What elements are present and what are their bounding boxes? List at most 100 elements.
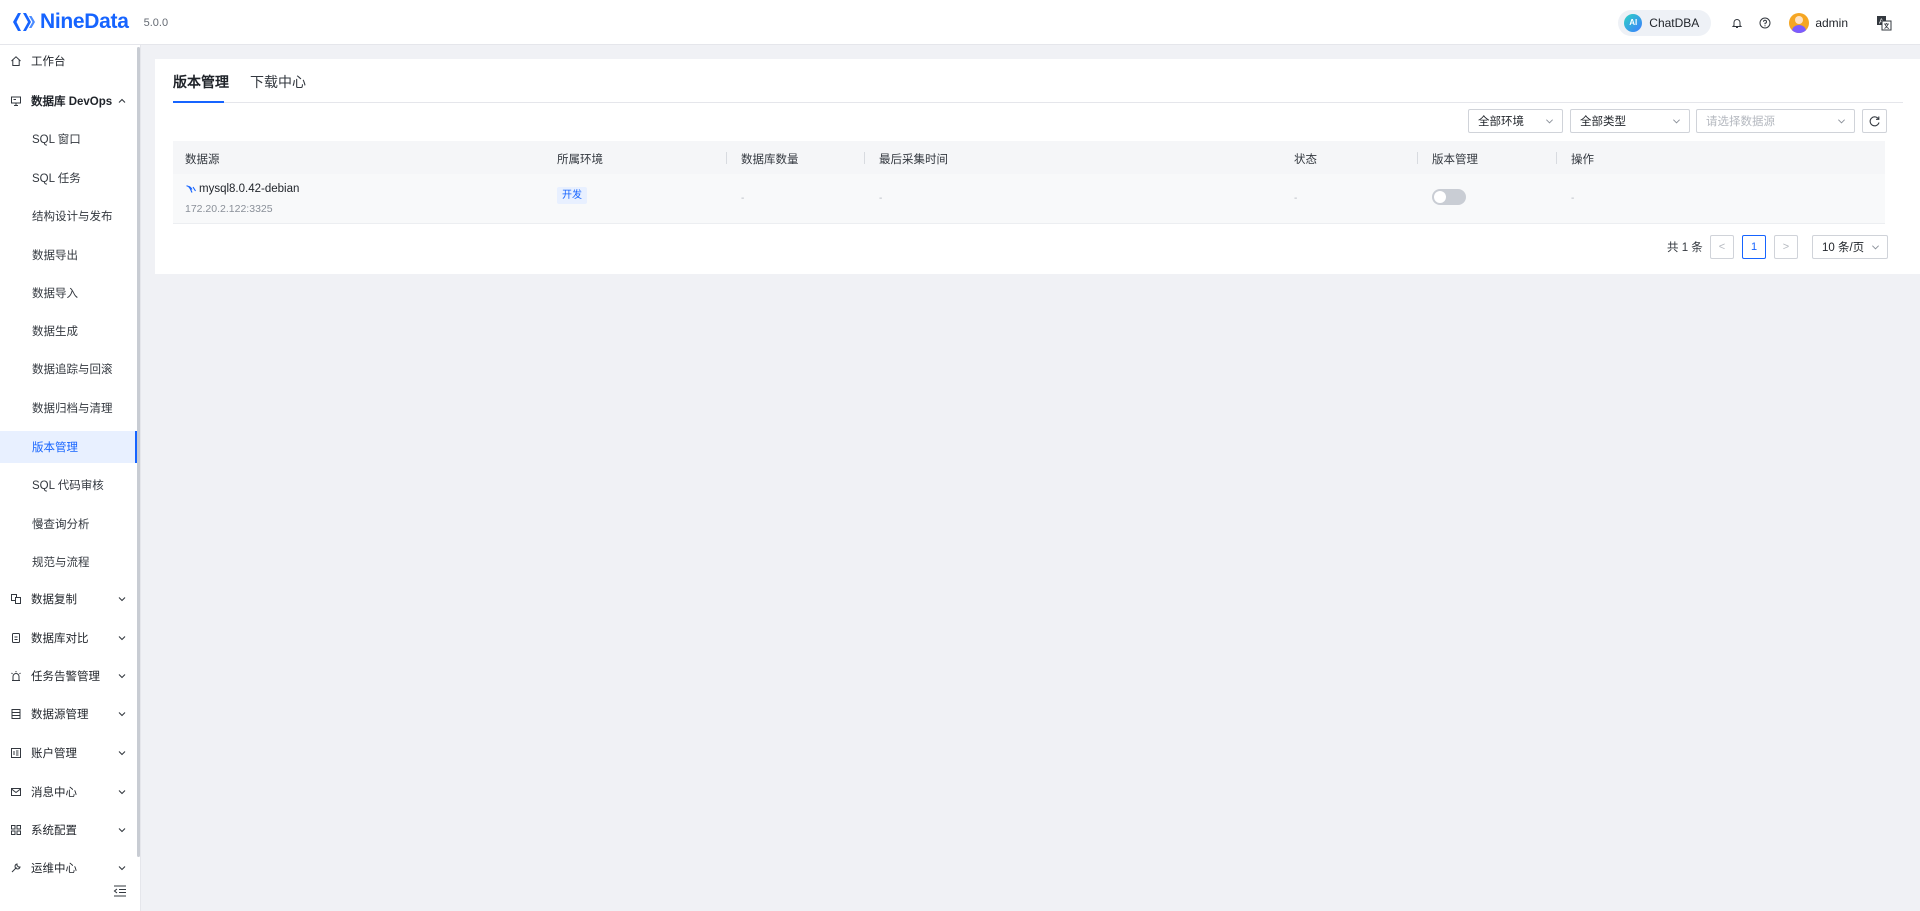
chevron-down-icon (1673, 119, 1680, 124)
sidebar-nav: 工作台 数据库 DevOps SQL 窗口 SQL 任务 结构设计与发布 数据导… (0, 45, 137, 877)
sidebar-item-datasource-mgmt[interactable]: 数据源管理 (0, 698, 137, 730)
chevron-down-icon (1872, 245, 1879, 250)
sidebar-item-system-config[interactable]: 系统配置 (0, 814, 137, 846)
page-size-value: 10 条/页 (1822, 242, 1865, 254)
sidebar-item-data-generate[interactable]: 数据生成 (0, 315, 137, 347)
collapse-sidebar-icon[interactable] (112, 883, 128, 899)
env-select[interactable]: 全部环境 (1468, 109, 1563, 133)
alarm-icon (9, 669, 23, 683)
sidebar-item-label: 任务告警管理 (31, 671, 100, 683)
table-header: 数据源 所属环境 数据库数量 最后采集时间 状态 版本管理 操作 (173, 141, 1885, 174)
sidebar-item-data-import[interactable]: 数据导入 (0, 277, 137, 309)
version-management-panel: 版本管理 下载中心 全部环境 全部类型 请选择数据源 数据源 所属环境 数据库数… (155, 59, 1920, 274)
sidebar-item-label: 账户管理 (31, 748, 77, 760)
sidebar-item-account-mgmt[interactable]: 账户管理 (0, 737, 137, 769)
sidebar-item-sql-review[interactable]: SQL 代码审核 (0, 469, 137, 501)
status-value: - (1294, 193, 1298, 204)
chevron-down-icon (1546, 119, 1553, 124)
chevron-up-icon (118, 98, 126, 103)
sidebar-item-label: 数据追踪与回滚 (32, 364, 113, 376)
chatdba-label: ChatDBA (1649, 15, 1700, 30)
tab-bar: 版本管理 下载中心 (173, 59, 1903, 103)
brand-logo[interactable]: NineData (12, 10, 129, 34)
datasource-name[interactable]: mysql8.0.42-debian (185, 183, 299, 195)
page-size-select[interactable]: 10 条/页 (1812, 235, 1888, 259)
column-divider (864, 152, 865, 164)
column-header-version-mgmt: 版本管理 (1432, 154, 1478, 166)
type-select[interactable]: 全部类型 (1570, 109, 1690, 133)
tool-icon (9, 861, 23, 875)
column-divider (726, 152, 727, 164)
sidebar-item-label: SQL 代码审核 (32, 480, 104, 492)
datasource-select[interactable]: 请选择数据源 (1696, 109, 1855, 133)
sidebar-item-label: 运维中心 (31, 863, 77, 875)
sidebar-item-label: 系统配置 (31, 825, 77, 837)
refresh-button[interactable] (1862, 109, 1887, 133)
sidebar-scrollbar[interactable] (137, 47, 140, 857)
help-icon[interactable] (1757, 15, 1773, 31)
datasource-select-placeholder: 请选择数据源 (1706, 116, 1775, 128)
sidebar-item-rules-process[interactable]: 规范与流程 (0, 546, 137, 578)
sidebar-item-label: 数据复制 (31, 594, 77, 606)
avatar[interactable] (1789, 12, 1810, 33)
sidebar-item-sql-window[interactable]: SQL 窗口 (0, 123, 137, 155)
sidebar-item-schema-design[interactable]: 结构设计与发布 (0, 200, 137, 232)
home-icon (9, 54, 23, 68)
active-tab-indicator (173, 101, 224, 103)
datasource-icon (9, 707, 23, 721)
last-collect-value: - (879, 193, 883, 204)
tab-download-center[interactable]: 下载中心 (250, 72, 306, 92)
table-row: mysql8.0.42-debian 172.20.2.122:3325 开发 … (173, 174, 1885, 224)
sidebar-item-label: 数据生成 (32, 326, 78, 338)
page-button-current[interactable]: 1 (1742, 235, 1766, 259)
actions-value: - (1571, 193, 1575, 204)
username[interactable]: admin (1815, 16, 1848, 30)
sidebar-item-label: 数据库 DevOps (31, 96, 113, 108)
chevron-down-icon (118, 751, 126, 756)
sidebar-item-data-rollback[interactable]: 数据追踪与回滚 (0, 353, 137, 385)
sidebar-item-label: SQL 任务 (32, 173, 81, 185)
chevron-down-icon (118, 712, 126, 717)
sidebar-item-db-compare[interactable]: 数据库对比 (0, 622, 137, 654)
bell-icon[interactable] (1729, 15, 1745, 31)
prev-page-button[interactable]: < (1710, 235, 1734, 259)
ai-badge-icon: AI (1624, 13, 1643, 32)
sidebar-item-label: 数据导出 (32, 250, 78, 262)
sidebar-item-workbench[interactable]: 工作台 (0, 45, 137, 77)
translate-icon[interactable]: A (1876, 15, 1892, 31)
column-divider (1556, 152, 1557, 164)
sidebar-item-slow-query[interactable]: 慢查询分析 (0, 508, 137, 540)
sidebar-item-label: 数据库对比 (31, 633, 89, 645)
mysql-icon (186, 185, 196, 193)
brand-name: NineData (40, 10, 129, 33)
sidebar-item-version-management[interactable]: 版本管理 (0, 431, 137, 463)
mail-icon (9, 785, 23, 799)
tab-version-management[interactable]: 版本管理 (173, 72, 229, 92)
chevron-down-icon (118, 790, 126, 795)
env-tag: 开发 (557, 187, 587, 204)
column-header-actions: 操作 (1571, 154, 1594, 166)
chevron-down-icon (118, 597, 126, 602)
sidebar-item-sql-task[interactable]: SQL 任务 (0, 162, 137, 194)
column-header-last-collect: 最后采集时间 (879, 154, 948, 166)
chatdba-button[interactable]: AI ChatDBA (1618, 9, 1712, 36)
sidebar-item-data-archive[interactable]: 数据归档与清理 (0, 392, 137, 424)
next-page-button[interactable]: > (1774, 235, 1798, 259)
sidebar-item-label: 慢查询分析 (32, 519, 90, 531)
chevron-down-icon (118, 866, 126, 871)
replication-icon (9, 592, 23, 606)
sidebar-item-data-export[interactable]: 数据导出 (0, 239, 137, 271)
sidebar-item-message-center[interactable]: 消息中心 (0, 776, 137, 808)
column-header-datasource: 数据源 (185, 154, 220, 166)
sidebar-item-task-alarm[interactable]: 任务告警管理 (0, 660, 137, 692)
devops-icon (9, 94, 23, 108)
type-select-value: 全部类型 (1580, 116, 1626, 128)
column-header-db-count: 数据库数量 (741, 154, 799, 166)
pagination-total: 共 1 条 (1667, 242, 1703, 254)
sidebar-item-devops[interactable]: 数据库 DevOps (0, 85, 137, 117)
sidebar-item-label: 消息中心 (31, 787, 77, 799)
top-header: NineData 5.0.0 AI ChatDBA admin A (0, 0, 1920, 45)
version-mgmt-toggle[interactable] (1432, 189, 1466, 205)
sidebar-item-ops-center[interactable]: 运维中心 (0, 852, 137, 877)
sidebar-item-replication[interactable]: 数据复制 (0, 583, 137, 615)
